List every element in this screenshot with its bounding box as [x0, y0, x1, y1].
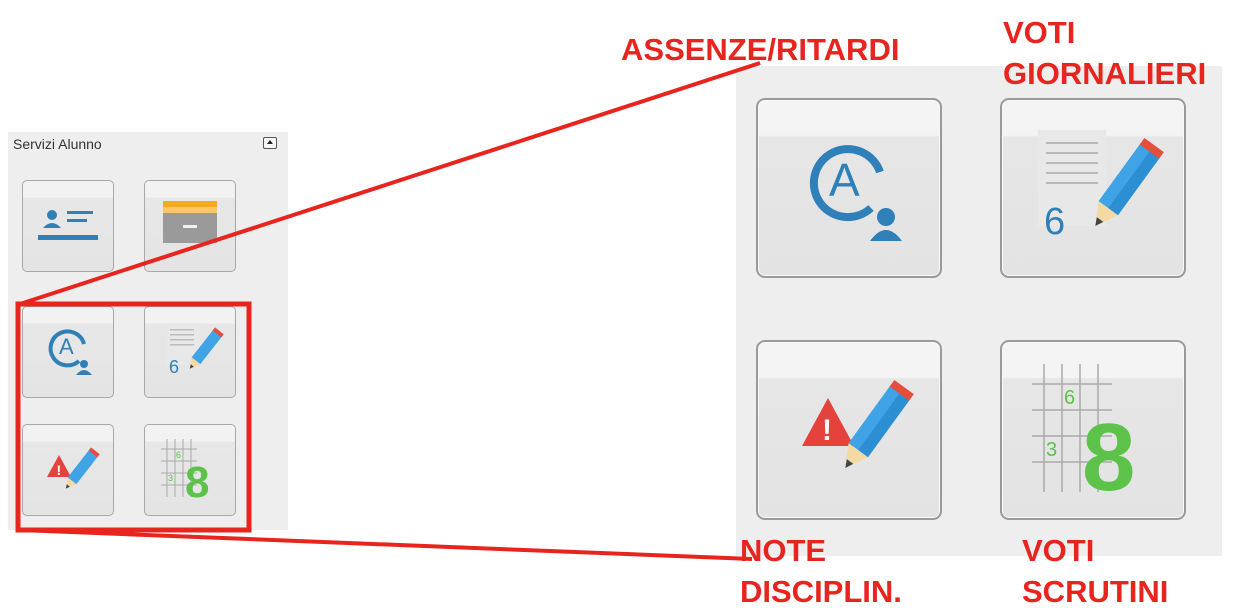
svg-text:8: 8 — [185, 458, 209, 507]
svg-text:8: 8 — [1082, 404, 1135, 511]
student-card-icon — [38, 210, 98, 240]
note-disciplinari-tile[interactable]: ! — [756, 340, 942, 520]
warning-pencil-icon: ! — [47, 447, 100, 489]
callout-assenze-ritardi: ASSENZE/RITARDI — [621, 32, 900, 67]
collapse-button[interactable] — [263, 137, 277, 149]
voti-giornalieri-tile[interactable]: 6 — [1000, 98, 1186, 278]
note-disciplinari-tile-small[interactable]: ! — [22, 424, 114, 516]
callout-voti-giornalieri-line1: VOTI — [1003, 15, 1076, 50]
svg-text:6: 6 — [1044, 201, 1065, 243]
panel-title: Servizi Alunno — [13, 136, 102, 152]
svg-text:6: 6 — [169, 357, 179, 377]
svg-text:3: 3 — [168, 473, 173, 483]
callout-voti-giornalieri-line2: GIORNALIERI — [1003, 56, 1207, 91]
svg-text:!: ! — [822, 414, 832, 447]
archivio-tile[interactable] — [144, 180, 236, 272]
absence-a-user-icon: A — [48, 329, 92, 375]
voti-scrutini-tile[interactable]: 6 3 8 — [1000, 340, 1186, 520]
assenze-ritardi-tile-small[interactable]: A — [22, 306, 114, 398]
svg-text:6: 6 — [1064, 387, 1075, 409]
absence-a-user-icon: A — [809, 145, 902, 241]
svg-text:3: 3 — [1046, 439, 1057, 461]
svg-text:A: A — [59, 334, 74, 359]
grade-grid-icon: 6 3 8 — [161, 439, 209, 507]
zoomed-panel: A 6 ! 6 3 8 — [736, 66, 1222, 556]
callout-voti-scrutini-line1: VOTI — [1022, 533, 1095, 568]
warning-pencil-icon: ! — [802, 380, 914, 468]
servizi-alunno-panel: Servizi Alunno A 6 ! 6 3 8 — [8, 132, 288, 530]
voti-giornalieri-tile-small[interactable]: 6 — [144, 306, 236, 398]
archive-drawer-icon — [163, 201, 217, 243]
voti-scrutini-tile-small[interactable]: 6 3 8 — [144, 424, 236, 516]
grade-grid-icon: 6 3 8 — [1032, 364, 1135, 511]
callout-note-line1: NOTE — [740, 533, 827, 568]
anagrafica-tile[interactable] — [22, 180, 114, 272]
svg-text:6: 6 — [176, 450, 181, 460]
svg-text:!: ! — [57, 462, 62, 478]
svg-text:A: A — [829, 154, 860, 206]
panel-header: Servizi Alunno — [8, 132, 288, 156]
callout-voti-scrutini-line2: SCRUTINI — [1022, 574, 1169, 609]
assenze-ritardi-tile[interactable]: A — [756, 98, 942, 278]
document-grade-pencil-icon: 6 — [167, 323, 224, 377]
callout-note-line2: DISCIPLIN. — [740, 574, 902, 609]
document-grade-pencil-icon: 6 — [1038, 130, 1164, 243]
